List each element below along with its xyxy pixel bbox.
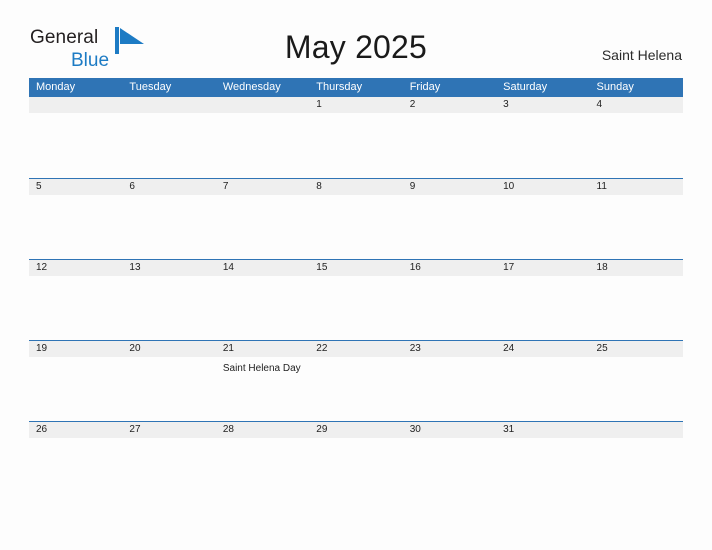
day-cell[interactable] <box>403 113 496 177</box>
day-cell[interactable]: Saint Helena Day <box>216 357 309 421</box>
day-cell[interactable] <box>590 195 683 259</box>
day-number[interactable]: 10 <box>496 179 589 195</box>
day-number[interactable]: 12 <box>29 260 122 276</box>
day-number[interactable]: 17 <box>496 260 589 276</box>
region-label: Saint Helena <box>601 47 682 63</box>
week-dates-band: 26 27 28 29 30 31 <box>29 421 683 438</box>
calendar-week-row: 5 6 7 8 9 10 11 <box>29 178 683 259</box>
calendar-week-row: 26 27 28 29 30 31 <box>29 421 683 502</box>
day-number[interactable]: 6 <box>122 179 215 195</box>
day-number[interactable]: 14 <box>216 260 309 276</box>
week-dates-band: 19 20 21 22 23 24 25 <box>29 340 683 357</box>
week-events-band <box>29 438 683 502</box>
day-cell[interactable] <box>309 438 402 502</box>
week-events-band <box>29 276 683 340</box>
weekday-header-saturday: Saturday <box>503 81 548 93</box>
day-cell[interactable] <box>216 113 309 177</box>
day-cell[interactable] <box>309 195 402 259</box>
day-number[interactable]: 26 <box>29 422 122 438</box>
weekday-header-wednesday: Wednesday <box>222 81 281 93</box>
day-number[interactable]: 22 <box>309 341 402 357</box>
calendar-grid: Monday Tuesday Wednesday Thursday Friday… <box>29 78 683 502</box>
week-dates-band: 1 2 3 4 <box>29 97 683 113</box>
day-event-label: Saint Helena Day <box>222 363 301 374</box>
day-number[interactable]: 15 <box>309 260 402 276</box>
day-number[interactable] <box>122 97 215 113</box>
calendar-week-row: 19 20 21 22 23 24 25 Saint Helena Day <box>29 340 683 421</box>
day-number[interactable]: 21 <box>216 341 309 357</box>
day-cell[interactable] <box>309 357 402 421</box>
day-cell[interactable] <box>122 195 215 259</box>
page-header: General Blue May 2025 Saint Helena <box>0 0 712 70</box>
day-cell[interactable] <box>403 438 496 502</box>
day-number[interactable]: 27 <box>122 422 215 438</box>
day-cell[interactable] <box>122 113 215 177</box>
day-number[interactable]: 5 <box>29 179 122 195</box>
weekday-header-thursday: Thursday <box>316 81 363 93</box>
day-cell[interactable] <box>590 113 683 177</box>
week-events-band: Saint Helena Day <box>29 357 683 421</box>
day-cell[interactable] <box>403 357 496 421</box>
week-events-band <box>29 195 683 259</box>
calendar-week-row: 1 2 3 4 <box>29 97 683 178</box>
weekday-header-tuesday: Tuesday <box>129 81 172 93</box>
day-number[interactable]: 16 <box>403 260 496 276</box>
weekday-header-row: Monday Tuesday Wednesday Thursday Friday… <box>29 78 683 97</box>
weekday-header-sunday: Sunday <box>596 81 634 93</box>
week-dates-band: 12 13 14 15 16 17 18 <box>29 259 683 276</box>
day-cell[interactable] <box>309 276 402 340</box>
day-number[interactable]: 9 <box>403 179 496 195</box>
day-cell[interactable] <box>590 438 683 502</box>
day-number[interactable]: 24 <box>496 341 589 357</box>
day-number[interactable]: 29 <box>309 422 402 438</box>
day-cell[interactable] <box>122 438 215 502</box>
day-number[interactable]: 23 <box>403 341 496 357</box>
day-number[interactable]: 3 <box>496 97 589 113</box>
weekday-header-friday: Friday <box>409 81 441 93</box>
day-number[interactable] <box>29 97 122 113</box>
day-cell[interactable] <box>590 357 683 421</box>
day-number[interactable]: 25 <box>590 341 683 357</box>
day-number[interactable]: 7 <box>216 179 309 195</box>
day-cell[interactable] <box>403 195 496 259</box>
day-number[interactable]: 19 <box>29 341 122 357</box>
day-cell[interactable] <box>309 113 402 177</box>
day-number[interactable]: 30 <box>403 422 496 438</box>
day-number[interactable]: 31 <box>496 422 589 438</box>
day-cell[interactable] <box>496 113 589 177</box>
day-cell[interactable] <box>29 357 122 421</box>
day-number[interactable]: 8 <box>309 179 402 195</box>
calendar-week-row: 12 13 14 15 16 17 18 <box>29 259 683 340</box>
day-cell[interactable] <box>496 195 589 259</box>
day-cell[interactable] <box>29 195 122 259</box>
day-cell[interactable] <box>122 357 215 421</box>
day-number[interactable]: 18 <box>590 260 683 276</box>
day-cell[interactable] <box>216 438 309 502</box>
day-cell[interactable] <box>216 276 309 340</box>
weekday-header-monday: Monday <box>36 81 76 93</box>
day-cell[interactable] <box>29 438 122 502</box>
day-number[interactable]: 2 <box>403 97 496 113</box>
day-number[interactable]: 13 <box>122 260 215 276</box>
day-number[interactable]: 11 <box>590 179 683 195</box>
day-number[interactable]: 28 <box>216 422 309 438</box>
day-cell[interactable] <box>496 357 589 421</box>
day-cell[interactable] <box>29 113 122 177</box>
week-dates-band: 5 6 7 8 9 10 11 <box>29 178 683 195</box>
day-cell[interactable] <box>216 195 309 259</box>
day-cell[interactable] <box>496 438 589 502</box>
day-cell[interactable] <box>29 276 122 340</box>
day-number[interactable] <box>216 97 309 113</box>
day-number[interactable]: 20 <box>122 341 215 357</box>
day-cell[interactable] <box>590 276 683 340</box>
day-cell[interactable] <box>496 276 589 340</box>
day-number[interactable]: 4 <box>590 97 683 113</box>
week-events-band <box>29 113 683 177</box>
day-cell[interactable] <box>122 276 215 340</box>
day-number[interactable] <box>590 422 683 438</box>
day-number[interactable]: 1 <box>309 97 402 113</box>
day-cell[interactable] <box>403 276 496 340</box>
